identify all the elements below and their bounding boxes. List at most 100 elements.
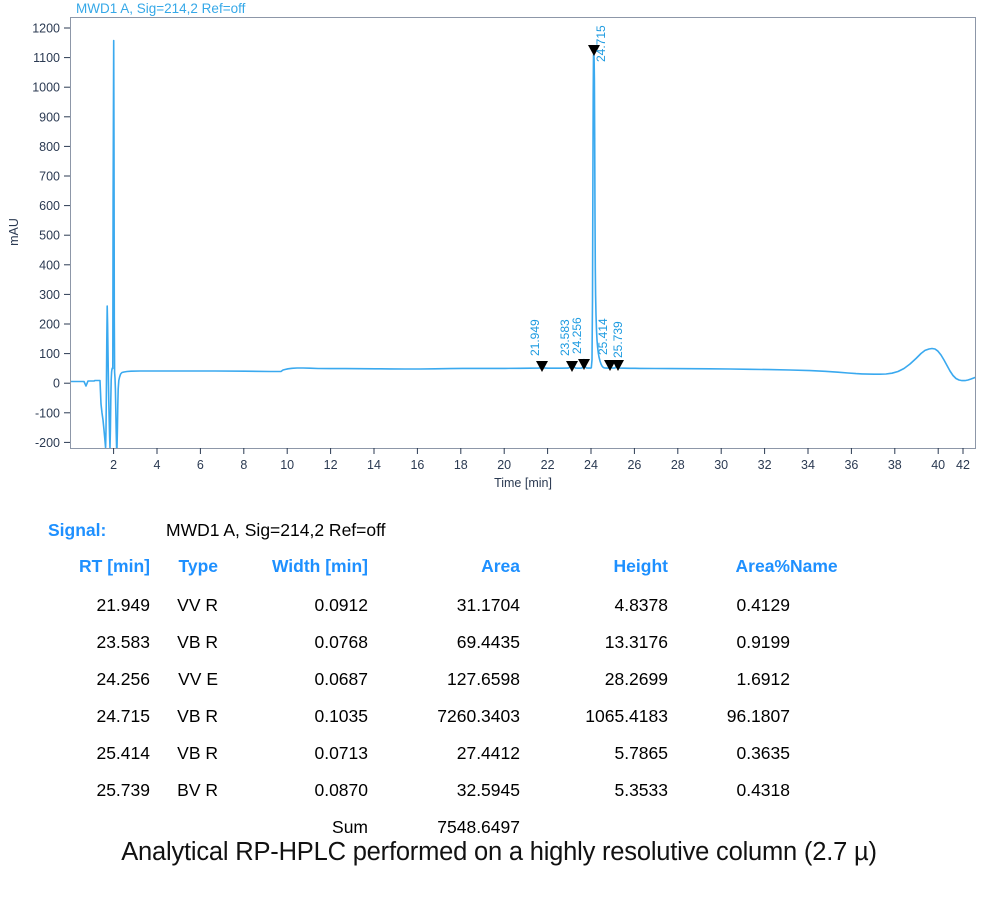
x-tick-label: 38 [888, 458, 902, 472]
x-tick-22: 22 [541, 448, 555, 472]
y-tick-label: 200 [39, 318, 60, 332]
x-tick-label: 2 [110, 458, 117, 472]
x-tick-12: 12 [324, 448, 338, 472]
table-row[interactable]: 25.414 VB R 0.0713 27.4412 5.7865 0.3635 [0, 735, 790, 772]
signal-legend-label: MWD1 A, Sig=214,2 Ref=off [76, 1, 246, 16]
cell-width: 0.0768 [314, 632, 368, 652]
x-tick-label: 10 [280, 458, 294, 472]
y-tick-700: 700 [39, 170, 70, 184]
y-tick-label: 500 [39, 229, 60, 243]
y-tick-label: -200 [35, 436, 60, 450]
y-tick-label: 700 [39, 170, 60, 184]
cell-width: 0.0870 [314, 780, 368, 800]
x-tick-label: 28 [671, 458, 685, 472]
table-row[interactable]: 23.583 VB R 0.0768 69.4435 13.3176 0.919… [0, 624, 790, 661]
cell-area: 7260.3403 [437, 706, 520, 726]
x-tick-label: 18 [454, 458, 468, 472]
x-tick-16: 16 [410, 448, 424, 472]
y-tick-0: 0 [53, 377, 70, 391]
cell-type: VB R [177, 743, 218, 763]
cell-type: VV R [177, 595, 218, 615]
x-tick-36: 36 [844, 448, 858, 472]
x-axis-title: Time [min] [494, 476, 552, 490]
signal-label: Signal: [48, 520, 107, 540]
cell-height: 5.3533 [614, 780, 668, 800]
signal-row: Signal: MWD1 A, Sig=214,2 Ref=off [0, 520, 998, 546]
y-tick-minus200: -200 [35, 436, 70, 450]
cell-type: BV R [177, 780, 218, 800]
peak-label: 21.949 [528, 319, 542, 356]
x-tick-label: 34 [801, 458, 815, 472]
y-tick-label: 900 [39, 110, 60, 124]
x-tick-label: 42 [956, 458, 970, 472]
cell-height: 1065.4183 [585, 706, 668, 726]
table-header-row: RT [min] Type Width [min] Area Height Ar… [0, 552, 838, 587]
x-tick-label: 14 [367, 458, 381, 472]
cell-area: 32.5945 [456, 780, 520, 800]
signal-value: MWD1 A, Sig=214,2 Ref=off [166, 520, 386, 540]
column-header-type: Type [178, 556, 218, 576]
x-tick-6: 6 [197, 448, 204, 472]
cell-rt: 25.739 [96, 780, 150, 800]
cell-area: 69.4435 [456, 632, 520, 652]
cell-area: 31.1704 [456, 595, 520, 615]
y-tick-200: 200 [39, 318, 70, 332]
y-tick-minus100: -100 [35, 406, 70, 420]
y-tick-label: -100 [35, 406, 60, 420]
x-tick-label: 36 [844, 458, 858, 472]
column-header-height: Height [613, 556, 668, 576]
cell-height: 4.8378 [614, 595, 668, 615]
cell-height: 28.2699 [604, 669, 668, 689]
cell-height: 5.7865 [614, 743, 668, 763]
column-header-width: Width [min] [271, 556, 368, 576]
y-tick-400: 400 [39, 258, 70, 272]
x-tick-28: 28 [671, 448, 685, 472]
y-tick-label: 300 [39, 288, 60, 302]
y-tick-100: 100 [39, 347, 70, 361]
y-axis-title: mAU [7, 218, 21, 246]
x-tick-26: 26 [627, 448, 641, 472]
x-tick-2: 2 [110, 448, 117, 472]
x-tick-40: 40 [931, 448, 945, 472]
x-tick-label: 8 [240, 458, 247, 472]
cell-areapct: 0.4318 [736, 780, 790, 800]
x-tick-label: 30 [714, 458, 728, 472]
x-tick-label: 32 [758, 458, 772, 472]
peak-label: 25.414 [596, 318, 610, 355]
y-tick-label: 800 [39, 140, 60, 154]
cell-rt: 21.949 [96, 595, 150, 615]
table-row[interactable]: 25.739 BV R 0.0870 32.5945 5.3533 0.4318 [0, 772, 790, 809]
chromatogram-plot[interactable]: MWD1 A, Sig=214,2 Ref=off mAU 1200 1100 … [0, 0, 998, 500]
cell-areapct: 96.1807 [726, 706, 790, 726]
y-tick-1200: 1200 [32, 22, 70, 36]
cell-width: 0.1035 [314, 706, 368, 726]
cell-area: 27.4412 [456, 743, 520, 763]
y-tick-800: 800 [39, 140, 70, 154]
cell-type: VB R [177, 632, 218, 652]
cell-rt: 24.256 [96, 669, 150, 689]
cell-width: 0.0713 [314, 743, 368, 763]
cell-area: 127.6598 [447, 669, 520, 689]
y-tick-label: 0 [53, 377, 60, 391]
cell-type: VV E [178, 669, 218, 689]
cell-areapct: 1.6912 [736, 669, 790, 689]
table-row[interactable]: 24.715 VB R 0.1035 7260.3403 1065.4183 9… [0, 698, 790, 735]
x-tick-34: 34 [801, 448, 815, 472]
y-tick-300: 300 [39, 288, 70, 302]
plot-frame [70, 17, 976, 449]
cell-areapct: 0.4129 [736, 595, 790, 615]
x-tick-label: 4 [154, 458, 161, 472]
x-tick-8: 8 [240, 448, 247, 472]
x-tick-label: 24 [584, 458, 598, 472]
peak-label: 25.739 [611, 321, 625, 358]
cell-height: 13.3176 [604, 632, 668, 652]
cell-type: VB R [177, 706, 218, 726]
x-tick-label: 16 [410, 458, 424, 472]
cell-areapct: 0.3635 [736, 743, 790, 763]
peak-results-table: RT [min] Type Width [min] Area Height Ar… [0, 552, 838, 846]
table-row[interactable]: 24.256 VV E 0.0687 127.6598 28.2699 1.69… [0, 661, 790, 698]
x-axis: 2 4 6 8 10 12 14 16 18 20 22 24 26 28 30… [110, 448, 970, 490]
y-tick-label: 1200 [32, 22, 60, 36]
y-tick-label: 1000 [32, 81, 60, 95]
table-row[interactable]: 21.949 VV R 0.0912 31.1704 4.8378 0.4129 [0, 587, 790, 624]
